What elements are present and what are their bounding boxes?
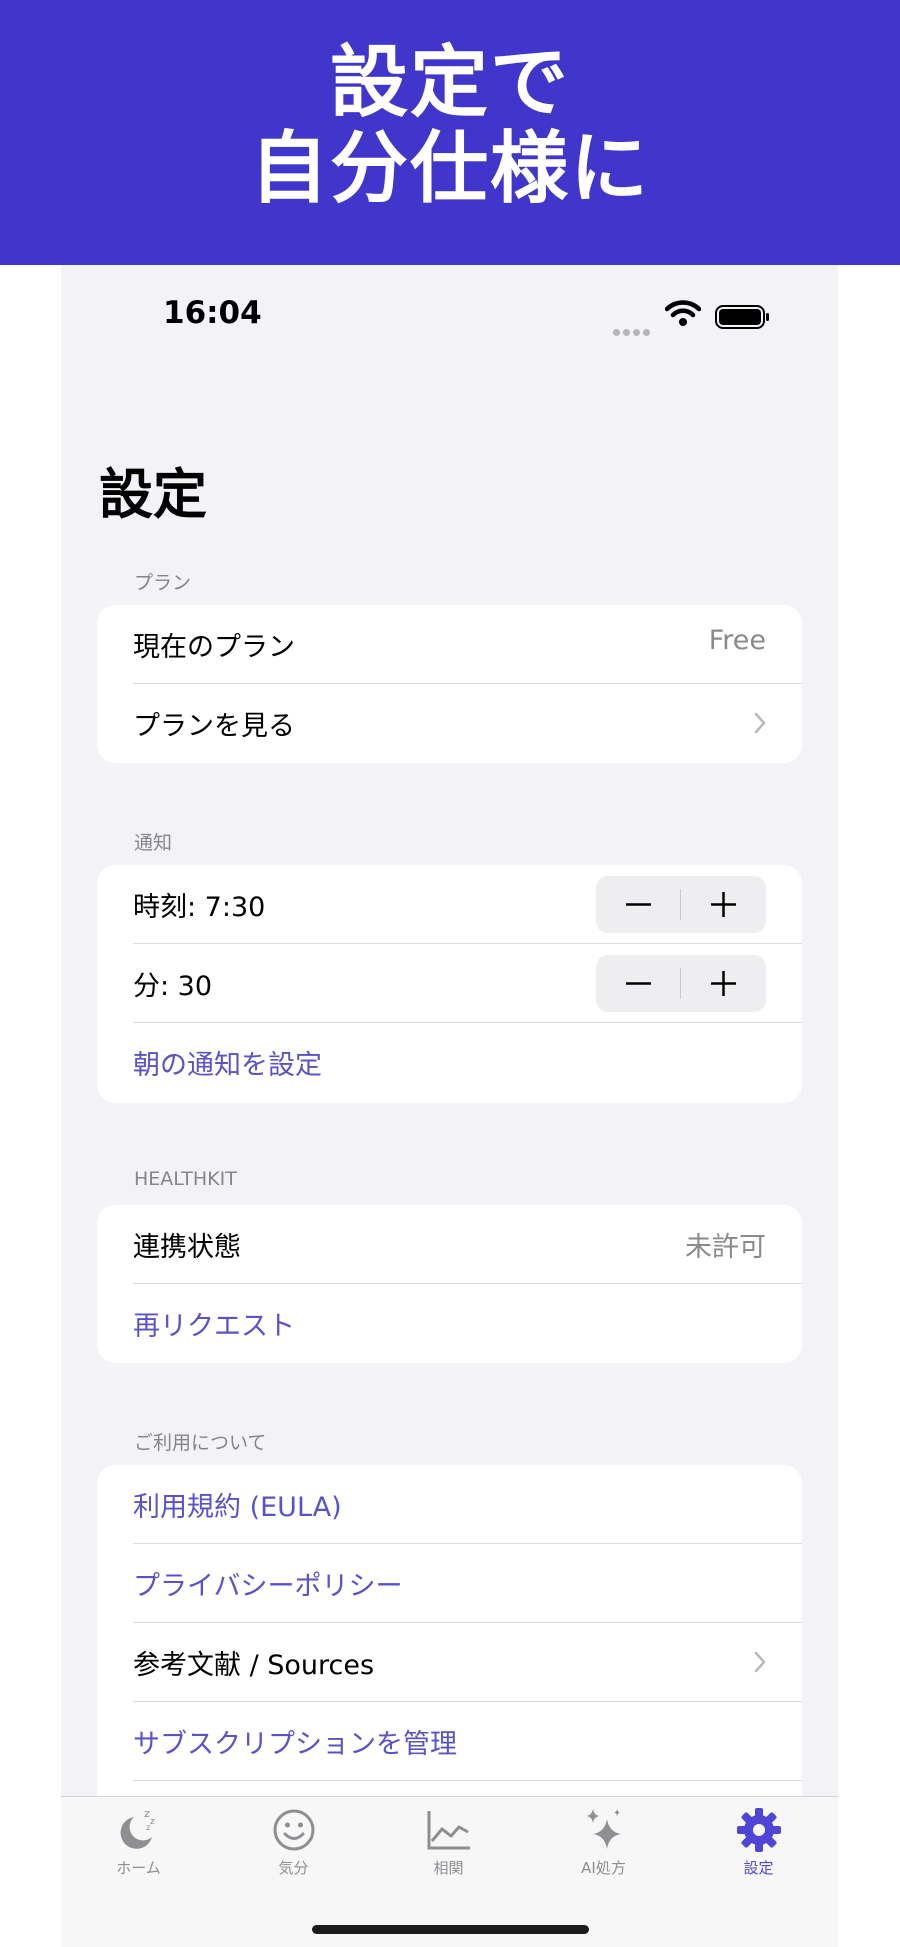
chevron-right-icon xyxy=(754,1651,766,1673)
hour-row: 時刻: 7:30 xyxy=(133,865,802,944)
hour-label: 時刻: 7:30 xyxy=(133,892,266,923)
promo-banner: 設定で 自分仕様に xyxy=(0,0,900,265)
notification-card: 時刻: 7:30 分: 30 朝の通知を設定 xyxy=(97,865,802,1103)
page-title: 設定 xyxy=(99,463,207,526)
plus-icon xyxy=(711,892,736,917)
gear-icon xyxy=(736,1808,781,1852)
healthkit-status-row: 連携状態 未許可 xyxy=(133,1205,802,1284)
eula-link[interactable]: 利用規約 (EULA) xyxy=(133,1485,342,1524)
banner-line-2: 自分仕様に xyxy=(249,124,650,214)
minute-stepper xyxy=(596,955,766,1012)
smiley-icon xyxy=(273,1809,314,1851)
tab-label: AI処方 xyxy=(581,1859,626,1877)
tab-mood[interactable]: 気分 xyxy=(216,1805,371,1878)
tab-label: ホーム xyxy=(116,1859,161,1877)
set-morning-notification-row[interactable]: 朝の通知を設定 xyxy=(133,1023,802,1102)
healthkit-rerequest-row[interactable]: 再リクエスト xyxy=(133,1284,802,1363)
hour-stepper xyxy=(596,876,766,933)
line-chart-icon xyxy=(427,1811,470,1850)
tab-ai-prescription[interactable]: AI処方 xyxy=(526,1805,681,1878)
minute-increment-button[interactable] xyxy=(681,955,766,1012)
battery-icon xyxy=(715,305,769,329)
section-header-plan: プラン xyxy=(134,572,192,594)
healthkit-status-label: 連携状態 xyxy=(133,1232,241,1263)
hour-decrement-button[interactable] xyxy=(596,876,681,933)
sources-label: 参考文献 / Sources xyxy=(133,1650,375,1681)
privacy-row[interactable]: プライバシーポリシー xyxy=(133,1544,802,1623)
status-time: 16:04 xyxy=(163,295,262,331)
minus-icon xyxy=(626,982,651,985)
hour-increment-button[interactable] xyxy=(681,876,766,933)
current-plan-value: Free xyxy=(708,625,766,656)
set-morning-notification-button[interactable]: 朝の通知を設定 xyxy=(133,1043,322,1082)
section-header-about: ご利用について xyxy=(134,1432,267,1454)
manage-subscription-link[interactable]: サブスクリプションを管理 xyxy=(133,1722,457,1761)
manage-subscription-row[interactable]: サブスクリプションを管理 xyxy=(133,1702,802,1781)
svg-text:z: z xyxy=(146,1823,150,1832)
sparkles-icon xyxy=(586,1809,621,1849)
cellular-signal-icon xyxy=(613,321,653,340)
view-plans-row[interactable]: プランを見る xyxy=(133,684,802,763)
wifi-icon xyxy=(665,300,701,326)
banner-line-1: 設定で xyxy=(329,38,570,128)
minute-decrement-button[interactable] xyxy=(596,955,681,1012)
tab-label: 相関 xyxy=(433,1859,464,1877)
tab-correlation[interactable]: 相関 xyxy=(371,1805,526,1878)
privacy-policy-link[interactable]: プライバシーポリシー xyxy=(133,1564,402,1603)
eula-row[interactable]: 利用規約 (EULA) xyxy=(133,1465,802,1544)
plus-icon xyxy=(711,971,736,996)
tab-home[interactable]: z z z ホーム xyxy=(61,1805,216,1878)
section-header-healthkit: HEALTHKIT xyxy=(134,1168,237,1190)
current-plan-label: 現在のプラン xyxy=(133,632,295,663)
tab-label: 気分 xyxy=(278,1859,309,1877)
section-header-notification: 通知 xyxy=(134,832,173,854)
plan-card: 現在のプラン Free プランを見る xyxy=(97,605,802,763)
svg-text:z: z xyxy=(150,1817,155,1827)
moon-zzz-icon: z z z xyxy=(120,1807,155,1849)
minus-icon xyxy=(626,903,651,906)
healthkit-card: 連携状態 未許可 再リクエスト xyxy=(97,1205,802,1363)
phone-screen: 16:04 設定 プラン 現在のプラン Free プランを見る 通知 時刻: 7… xyxy=(61,265,838,1947)
minute-row: 分: 30 xyxy=(133,944,802,1023)
minute-label: 分: 30 xyxy=(133,971,213,1002)
healthkit-status-value: 未許可 xyxy=(685,1232,766,1263)
view-plans-label: プランを見る xyxy=(133,711,295,742)
current-plan-row: 現在のプラン Free xyxy=(133,605,802,684)
tab-label: 設定 xyxy=(743,1859,774,1877)
home-indicator xyxy=(312,1925,589,1934)
healthkit-rerequest-button[interactable]: 再リクエスト xyxy=(133,1304,295,1343)
tab-settings[interactable]: 設定 xyxy=(681,1805,836,1878)
chevron-right-icon xyxy=(754,712,766,734)
sources-row[interactable]: 参考文献 / Sources xyxy=(133,1623,802,1702)
